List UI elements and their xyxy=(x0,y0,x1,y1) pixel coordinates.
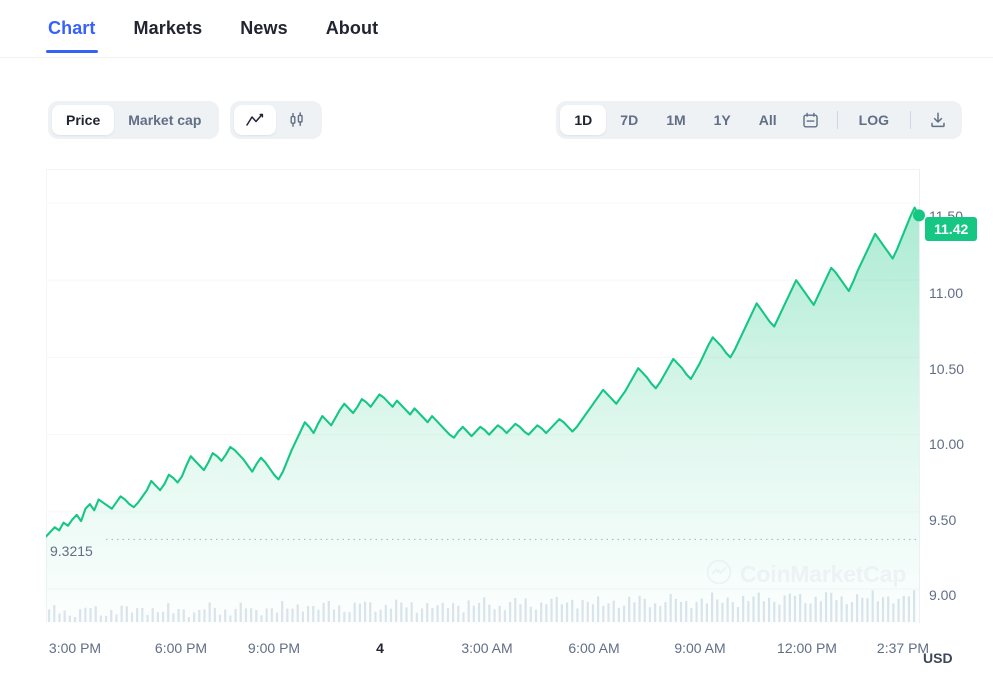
chart-type-line-button[interactable] xyxy=(234,105,276,135)
range-option-all-label: All xyxy=(758,112,777,128)
tab-news-label: News xyxy=(240,18,288,38)
x-axis-label-4: 3:00 AM xyxy=(461,640,513,656)
tab-about-label: About xyxy=(325,18,379,38)
y-axis-label-3: 10.00 xyxy=(929,436,965,452)
chart-toolbar: Price Market cap 1D 7D 1M 1Y All LOG xyxy=(0,58,993,162)
currency-label: USD xyxy=(923,650,953,666)
date-range-picker-button[interactable] xyxy=(791,105,830,135)
log-scale-button[interactable]: LOG xyxy=(845,105,903,135)
tab-news[interactable]: News xyxy=(240,0,287,53)
price-chart-page: Chart Markets News About Price Market ca… xyxy=(0,0,993,688)
range-toolbar-group: 1D 7D 1M 1Y All LOG xyxy=(556,101,962,139)
tab-chart[interactable]: Chart xyxy=(46,0,98,53)
range-option-1y[interactable]: 1Y xyxy=(700,105,745,135)
x-axis-label-3: 4 xyxy=(376,640,384,656)
x-axis-label-0: 3:00 PM xyxy=(48,640,102,656)
range-option-7d[interactable]: 7D xyxy=(606,105,652,135)
metric-option-price[interactable]: Price xyxy=(52,105,115,135)
y-axis-label-2: 10.50 xyxy=(929,361,965,377)
metric-toggle-group: Price Market cap xyxy=(48,101,220,139)
metric-option-price-label: Price xyxy=(66,112,101,128)
download-icon xyxy=(929,111,947,129)
line-chart-icon xyxy=(245,112,265,128)
range-option-1d-label: 1D xyxy=(574,112,593,128)
x-axis-label-7: 12:00 PM xyxy=(777,640,837,656)
y-axis-label-4: 9.50 xyxy=(929,512,957,528)
y-axis-label-5: 9.00 xyxy=(929,587,957,603)
metric-option-market-cap-label: Market cap xyxy=(128,112,202,128)
current-price-badge: 11.42 xyxy=(925,217,978,241)
x-axis-label-8: 2:37 PM xyxy=(876,640,930,656)
y-axis-label-1: 11.00 xyxy=(929,285,963,301)
metric-option-market-cap[interactable]: Market cap xyxy=(114,105,215,135)
tab-about[interactable]: About xyxy=(326,0,378,53)
toolbar-divider-2 xyxy=(910,111,911,129)
x-axis-label-1: 6:00 PM xyxy=(154,640,208,656)
calendar-icon xyxy=(802,112,819,129)
x-axis-label-5: 6:00 AM xyxy=(568,640,620,656)
range-option-1d[interactable]: 1D xyxy=(560,105,607,135)
tab-chart-label: Chart xyxy=(48,18,96,38)
low-price-marker-label: 9.3215 xyxy=(50,543,93,559)
tab-markets[interactable]: Markets xyxy=(134,0,203,53)
range-option-7d-label: 7D xyxy=(620,112,639,128)
range-option-all[interactable]: All xyxy=(745,105,791,135)
x-axis-label-2: 9:00 PM xyxy=(247,640,301,656)
candlestick-icon xyxy=(287,112,307,128)
tab-markets-label: Markets xyxy=(133,18,203,38)
toolbar-divider-1 xyxy=(836,111,838,129)
log-scale-label: LOG xyxy=(858,112,889,128)
x-axis-label-6: 9:00 AM xyxy=(674,640,726,656)
download-chart-button[interactable] xyxy=(918,105,958,135)
chart-type-candlestick-button[interactable] xyxy=(276,105,318,135)
chart-type-toggle-group xyxy=(230,101,322,139)
tab-bar: Chart Markets News About xyxy=(0,0,993,58)
range-option-1m[interactable]: 1M xyxy=(652,105,699,135)
range-option-1m-label: 1M xyxy=(666,112,686,128)
chart-plot-frame xyxy=(46,169,919,623)
range-option-1y-label: 1Y xyxy=(713,112,731,128)
